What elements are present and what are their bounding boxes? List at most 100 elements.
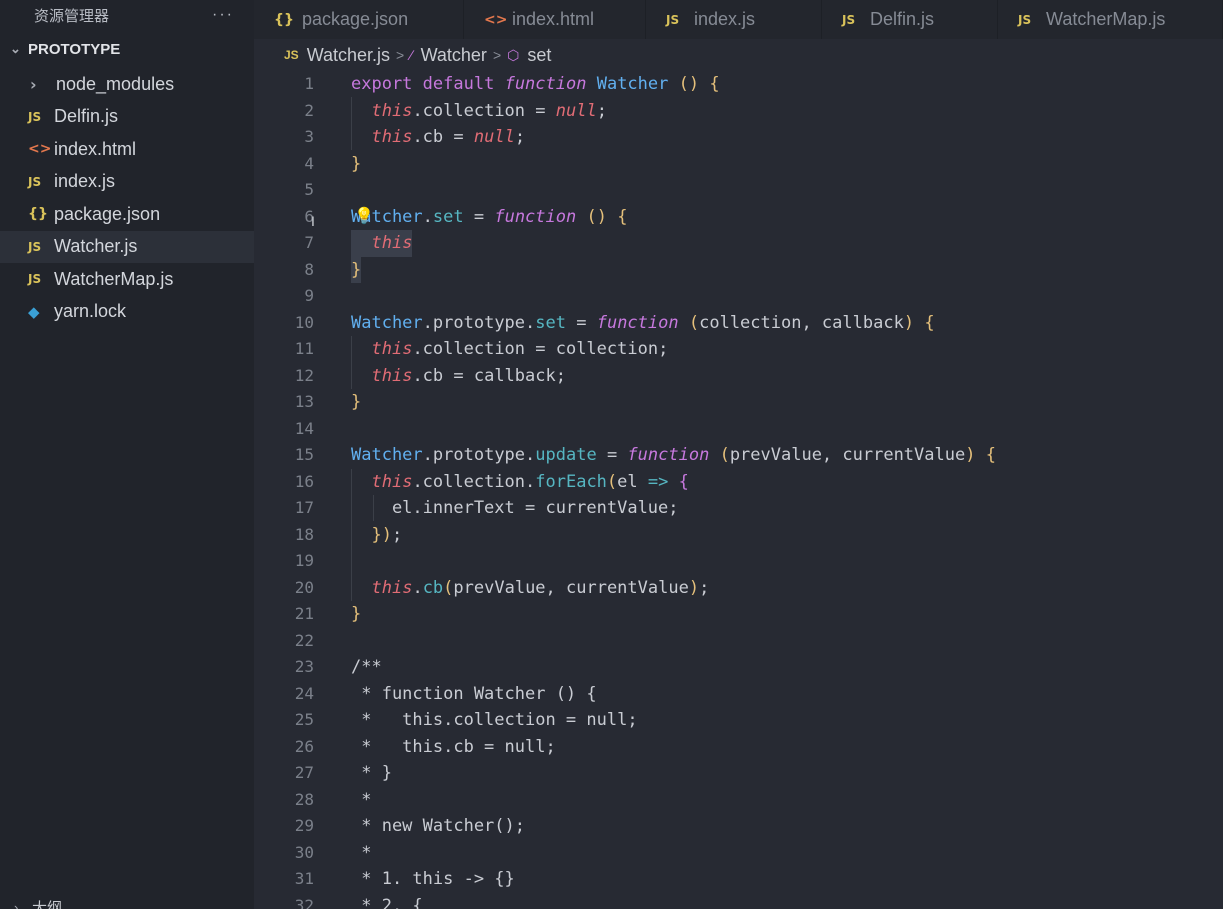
html-file-icon: <> bbox=[28, 141, 52, 158]
code-line[interactable]: 31 * 1. this -> {} bbox=[254, 866, 1223, 893]
tab-index-html[interactable]: <> index.html bbox=[464, 0, 646, 39]
code-line[interactable]: 17 el.innerText = currentValue; bbox=[254, 495, 1223, 522]
tab-delfin-js[interactable]: JS Delfin.js bbox=[822, 0, 998, 39]
code-line[interactable]: 26 * this.cb = null; bbox=[254, 734, 1223, 761]
code-line[interactable]: 1 export default function Watcher () { bbox=[254, 71, 1223, 98]
code-text: this.collection.forEach(el => { bbox=[371, 471, 689, 492]
js-file-icon: JS bbox=[842, 12, 856, 27]
code-text: Watcher.prototype.update = function (pre… bbox=[351, 445, 996, 465]
line-number: 20 bbox=[294, 577, 314, 597]
line-number: 11 bbox=[294, 339, 314, 358]
code-line[interactable]: 7 this bbox=[254, 230, 1223, 257]
tab-label: WatcherMap.js bbox=[1046, 9, 1166, 29]
code-text: this.cb(prevValue, currentValue); bbox=[371, 577, 710, 598]
breadcrumb-file[interactable]: JS Watcher.js bbox=[284, 45, 390, 66]
tab-index-js[interactable]: JS index.js bbox=[646, 0, 822, 39]
code-line[interactable]: 27 * } bbox=[254, 760, 1223, 787]
outline-label: 大纲 bbox=[32, 899, 63, 909]
chevron-right-icon: > bbox=[492, 47, 502, 63]
code-line[interactable]: 2 this.collection = null; bbox=[254, 98, 1223, 125]
code-line[interactable]: 14 bbox=[254, 416, 1223, 443]
code-line[interactable]: 12 this.cb = callback; bbox=[254, 363, 1223, 390]
tree-item-watchermap-js[interactable]: JS WatcherMap.js bbox=[0, 263, 254, 296]
code-text: * 2. { bbox=[351, 895, 423, 909]
code-line[interactable]: 11 this.collection = collection; bbox=[254, 336, 1223, 363]
code-text: this.collection = null; bbox=[371, 100, 607, 121]
code-line[interactable]: 25 * this.collection = null; bbox=[254, 707, 1223, 734]
line-number: 3 bbox=[304, 127, 314, 146]
code-line[interactable]: 24 * function Watcher () { bbox=[254, 681, 1223, 708]
code-text: this.cb = callback; bbox=[371, 365, 566, 386]
explorer-title: 资源管理器 bbox=[34, 7, 110, 25]
code-line[interactable]: 19 bbox=[254, 548, 1223, 575]
code-line[interactable]: 3 this.cb = null; bbox=[254, 124, 1223, 151]
more-actions-button[interactable]: ··· bbox=[212, 6, 234, 24]
line-number: 6 bbox=[304, 206, 314, 226]
chevron-right-icon: > bbox=[396, 47, 405, 63]
breadcrumb-symbol-label: set bbox=[527, 44, 552, 65]
code-line[interactable]: 10 Watcher.prototype.set = function (coll… bbox=[254, 310, 1223, 337]
code-line[interactable]: 9 bbox=[254, 283, 1223, 310]
line-number: 29 bbox=[294, 816, 314, 835]
line-number: 12 bbox=[294, 365, 314, 385]
tree-item-label: node_modules bbox=[56, 73, 175, 94]
tree-item-yarn-lock[interactable]: ◆ yarn.lock bbox=[0, 296, 254, 329]
line-number: 24 bbox=[294, 683, 314, 703]
folder-root-prototype[interactable]: ⌄ PROTOTYPE bbox=[0, 30, 254, 68]
lightbulb-icon[interactable]: 💡 bbox=[354, 206, 374, 226]
code-line[interactable]: 22 bbox=[254, 628, 1223, 655]
line-number: 28 bbox=[294, 789, 314, 809]
code-text: Watcher.prototype.set = function (collec… bbox=[351, 312, 935, 333]
html-file-icon: <> bbox=[484, 11, 508, 28]
tree-item-watcher-js[interactable]: JS Watcher.js bbox=[0, 230, 254, 263]
tree-item-index-html[interactable]: <> index.html bbox=[0, 133, 254, 166]
tree-item-index-js[interactable]: JS index.js bbox=[0, 166, 254, 199]
code-line[interactable]: 5 bbox=[254, 177, 1223, 204]
code-text: } bbox=[351, 604, 362, 624]
code-text: * 1. this -> {} bbox=[351, 869, 515, 889]
chevron-right-icon: › bbox=[30, 74, 37, 94]
breadcrumb-symbol-set[interactable]: ⬡ set bbox=[507, 45, 551, 66]
tree-item-label: Delfin.js bbox=[54, 106, 119, 127]
tree-item-node-modules[interactable]: › node_modules bbox=[0, 68, 254, 101]
line-number: 19 bbox=[294, 551, 314, 570]
tab-package-json[interactable]: {} package.json bbox=[254, 0, 464, 39]
code-line[interactable]: 4} bbox=[254, 151, 1223, 178]
tree-item-label: index.html bbox=[54, 138, 137, 159]
js-file-icon: JS bbox=[28, 109, 42, 124]
code-line[interactable]: 20 this.cb(prevValue, currentValue); bbox=[254, 575, 1223, 602]
cube-icon: ⬡ bbox=[507, 46, 520, 63]
code-line[interactable]: 13} bbox=[254, 389, 1223, 416]
code-text: Watcher.set = function () { bbox=[351, 206, 628, 227]
code-line[interactable]: 32 * 2. { bbox=[254, 893, 1223, 909]
code-editor[interactable]: 1 export default function Watcher () {2 t… bbox=[254, 71, 1223, 909]
tab-label: package.json bbox=[302, 9, 409, 29]
code-line[interactable]: 8} bbox=[254, 256, 1223, 283]
code-line[interactable]: 29 * new Watcher(); bbox=[254, 813, 1223, 840]
code-text: * } bbox=[351, 763, 392, 783]
code-line[interactable]: 23 /** bbox=[254, 654, 1223, 681]
tree-item-package-json[interactable]: {} package.json bbox=[0, 198, 254, 231]
outline-section-header[interactable]: › 大纲 bbox=[0, 897, 62, 909]
breadcrumb-symbol-watcher[interactable]: ∕⁡ Watcher bbox=[410, 45, 487, 66]
js-file-icon: JS bbox=[28, 239, 42, 254]
code-line[interactable]: 21} bbox=[254, 601, 1223, 628]
code-text: this.cb = null; bbox=[371, 127, 526, 147]
code-line[interactable]: 6 Watcher.set = function () { bbox=[254, 204, 1223, 231]
code-line[interactable]: 30 * bbox=[254, 840, 1223, 867]
code-text: * new Watcher(); bbox=[351, 816, 525, 836]
code-line[interactable]: 18 }); bbox=[254, 522, 1223, 549]
tree-item-label: WatcherMap.js bbox=[54, 268, 174, 289]
code-text: } bbox=[351, 392, 362, 412]
code-line[interactable]: 28 * bbox=[254, 787, 1223, 814]
line-number: 23 bbox=[294, 657, 314, 676]
explorer-sidebar: 资源管理器 ··· ⌄ PROTOTYPE › node_modules JS … bbox=[0, 0, 254, 909]
code-line[interactable]: 16 this.collection.forEach(el => { bbox=[254, 469, 1223, 496]
tab-watchermap-js[interactable]: JS WatcherMap.js bbox=[998, 0, 1223, 39]
code-line[interactable]: 15 Watcher.prototype.update = function (p… bbox=[254, 442, 1223, 469]
tree-item-delfin-js[interactable]: JS Delfin.js bbox=[0, 101, 254, 134]
line-number: 21 bbox=[294, 604, 314, 623]
line-number: 22 bbox=[294, 630, 314, 650]
tree-item-label: Watcher.js bbox=[54, 236, 138, 257]
line-number: 16 bbox=[294, 471, 314, 491]
